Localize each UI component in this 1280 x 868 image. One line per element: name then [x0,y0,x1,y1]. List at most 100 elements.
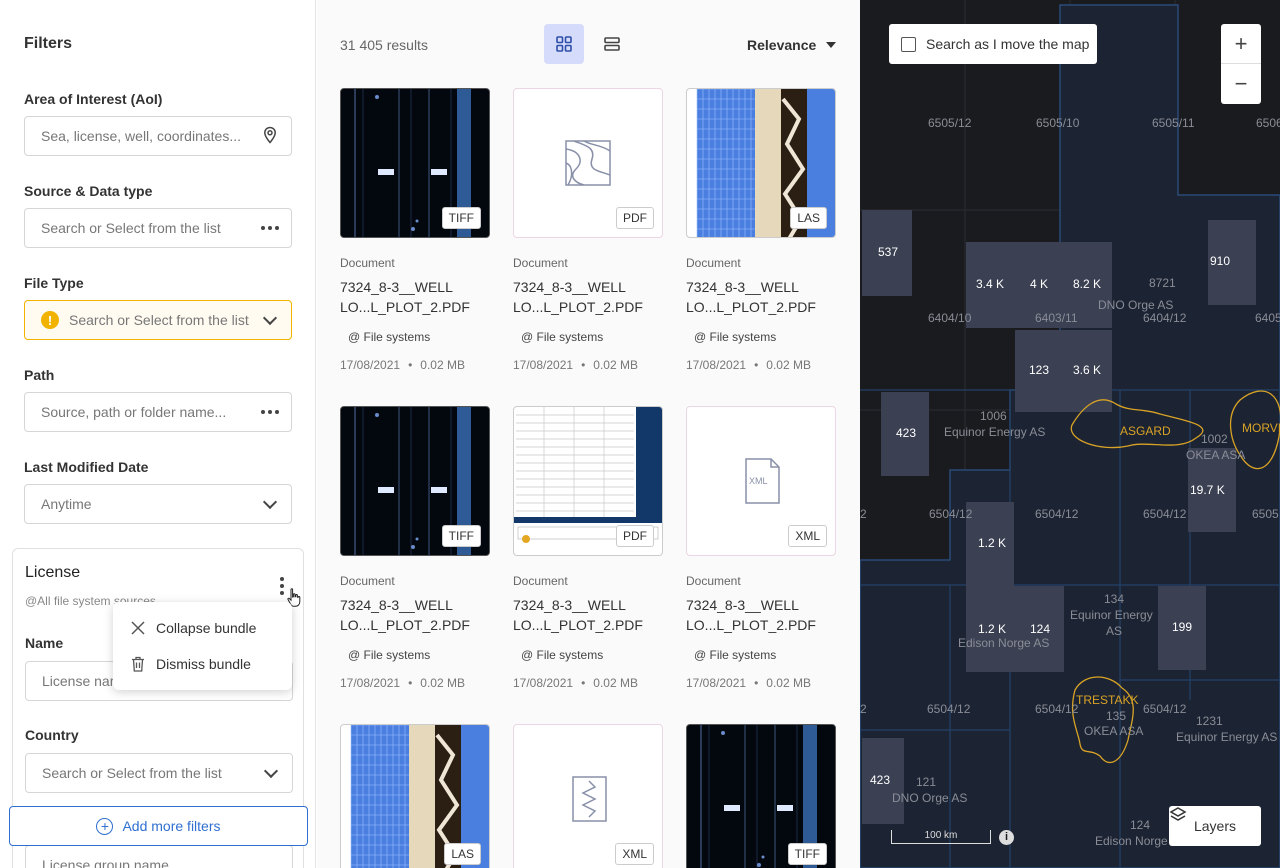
block-label: 6505/10 [1036,116,1080,130]
separator-dot: • [581,358,586,372]
block-label: 6504/12 [927,702,971,716]
path-input[interactable]: Source, path or folder name... [24,392,292,432]
add-more-filters-button[interactable]: + Add more filters [9,806,308,846]
filetype-select[interactable]: ! Search or Select from the list [24,300,292,340]
list-view-button[interactable] [592,24,632,64]
result-thumbnail[interactable]: TIFF [340,88,490,238]
result-title[interactable]: 7324_8-3__WELL LO...L_PLOT_2.PDF [513,277,663,317]
result-count-marker: 910 [1210,254,1231,268]
result-card[interactable]: XML XML Document 7324_8-3__WELL LO...L_PLOT… [686,406,836,690]
result-thumbnail[interactable]: LAS [686,88,836,238]
source-input[interactable]: Search or Select from the list [24,208,292,248]
result-title[interactable]: 7324_8-3__WELL LO...L_PLOT_2.PDF [686,277,836,317]
result-thumbnail[interactable]: PDF [513,406,663,556]
file-type-badge: PDF [616,525,654,547]
block-label: 2 [860,507,867,521]
company-label: AS [1106,624,1123,638]
field-label: ASGARD [1120,424,1171,438]
block-label: 6404/10 [928,311,972,325]
result-type: Document [340,574,395,588]
result-count-marker: 3.4 K [976,277,1005,291]
country-placeholder: Search or Select from the list [42,765,222,781]
zoom-out-button[interactable]: − [1221,64,1261,104]
result-card[interactable]: LAS Document 7324_8-3__WELL LO...L_PLOT_2.… [686,88,836,372]
result-card[interactable]: PDF Document 7324_8-3__WELL LO...L_PLOT_2.… [513,88,663,372]
company-label: 121 [916,775,937,789]
zoom-in-button[interactable]: + [1221,24,1261,64]
modified-label: Last Modified Date [24,459,149,475]
result-card[interactable]: XML [513,724,663,868]
result-meta: 17/08/2021 • 0.02 MB [686,676,811,690]
bundle-menu: Collapse bundle Dismiss bundle [113,602,292,690]
result-thumbnail[interactable]: XML [513,724,663,868]
location-pin-icon[interactable] [261,126,279,147]
collapse-bundle-item[interactable]: Collapse bundle [129,619,256,637]
aoi-input[interactable]: Sea, license, well, coordinates... [24,116,292,156]
trash-icon [129,655,147,673]
result-count-marker: 1.2 K [978,622,1007,636]
chevron-down-icon[interactable] [263,763,279,778]
block-label: 6505/11 [1152,116,1195,130]
block-label: 6403/11 [1035,311,1078,325]
company-label: Equinor Energy AS [1176,730,1278,744]
block-label: 6405 [1255,311,1280,325]
result-thumbnail[interactable]: PDF [513,88,663,238]
result-count-marker: 423 [870,773,891,787]
license-group-input[interactable]: License group name [25,845,293,868]
company-label: 8721 [1149,276,1176,290]
result-source: @ File systems [521,330,604,344]
chevron-down-icon[interactable] [262,310,278,325]
chevron-down-icon[interactable] [262,494,278,509]
result-card[interactable]: TIFF Document 7324_8-3__WELL LO...L_PLOT_2… [340,88,490,372]
result-title[interactable]: 7324_8-3__WELL LO...L_PLOT_2.PDF [686,595,836,635]
result-card[interactable]: LAS [340,724,490,868]
grid-view-button[interactable] [544,24,584,64]
result-thumbnail[interactable]: TIFF [340,406,490,556]
result-date: 17/08/2021 [340,358,401,372]
result-title[interactable]: 7324_8-3__WELL LO...L_PLOT_2.PDF [340,595,490,635]
result-source: @ File systems [348,330,431,344]
file-type-badge: PDF [616,207,654,229]
result-thumbnail[interactable]: XML XML [686,406,836,556]
dismiss-bundle-item[interactable]: Dismiss bundle [129,655,251,673]
result-source: @ File systems [521,648,604,662]
result-thumbnail[interactable]: TIFF [686,724,836,868]
layers-button[interactable]: Layers [1169,806,1261,846]
license-title: License [25,564,81,581]
result-card[interactable]: PDF Document 7324_8-3__WELL LO...L_PLOT_2.… [513,406,663,690]
result-card[interactable]: TIFF [686,724,836,868]
result-type: Document [513,256,568,270]
company-label: 124 [1130,818,1151,832]
result-count-marker: 124 [1030,622,1051,636]
more-options-icon[interactable] [261,226,279,230]
result-count-marker: 123 [1029,363,1050,377]
source-label: Source & Data type [24,183,153,199]
result-meta: 17/08/2021 • 0.02 MB [340,358,465,372]
result-count-marker: 4 K [1030,277,1049,291]
sort-dropdown[interactable]: Relevance [747,37,837,53]
country-select[interactable]: Search or Select from the list [25,753,293,793]
company-label: Edison Norge [1095,834,1168,848]
result-title[interactable]: 7324_8-3__WELL LO...L_PLOT_2.PDF [340,277,490,317]
filters-panel: Filters Area of Interest (AoI) Sea, lice… [0,0,316,868]
company-label: 1231 [1196,714,1223,728]
company-label: DNO Orge AS [892,791,968,805]
modified-select[interactable]: Anytime [24,484,292,524]
more-options-icon[interactable] [261,410,279,414]
result-count-marker: 19.7 K [1190,483,1225,497]
result-meta: 17/08/2021 • 0.02 MB [686,358,811,372]
result-thumbnail[interactable]: LAS [340,724,490,868]
search-as-move-checkbox[interactable]: Search as I move the map [889,24,1097,64]
result-count-marker: 8.2 K [1073,277,1102,291]
info-icon[interactable]: i [999,830,1014,845]
company-label: DNO Orge AS [1098,298,1174,312]
svg-text:XML: XML [749,476,768,486]
map-panel[interactable]: 6505/12 6505/10 6505/11 6506 6404/10 6403/11 6… [860,0,1280,868]
aoi-placeholder: Sea, license, well, coordinates... [41,128,241,144]
bundle-menu-icon[interactable] [280,577,284,595]
result-title[interactable]: 7324_8-3__WELL LO...L_PLOT_2.PDF [513,595,663,635]
result-source: @ File systems [348,648,431,662]
checkbox-icon[interactable] [901,36,916,52]
separator-dot: • [408,358,413,372]
result-card[interactable]: TIFF Document 7324_8-3__WELL LO...L_PLOT_2… [340,406,490,690]
